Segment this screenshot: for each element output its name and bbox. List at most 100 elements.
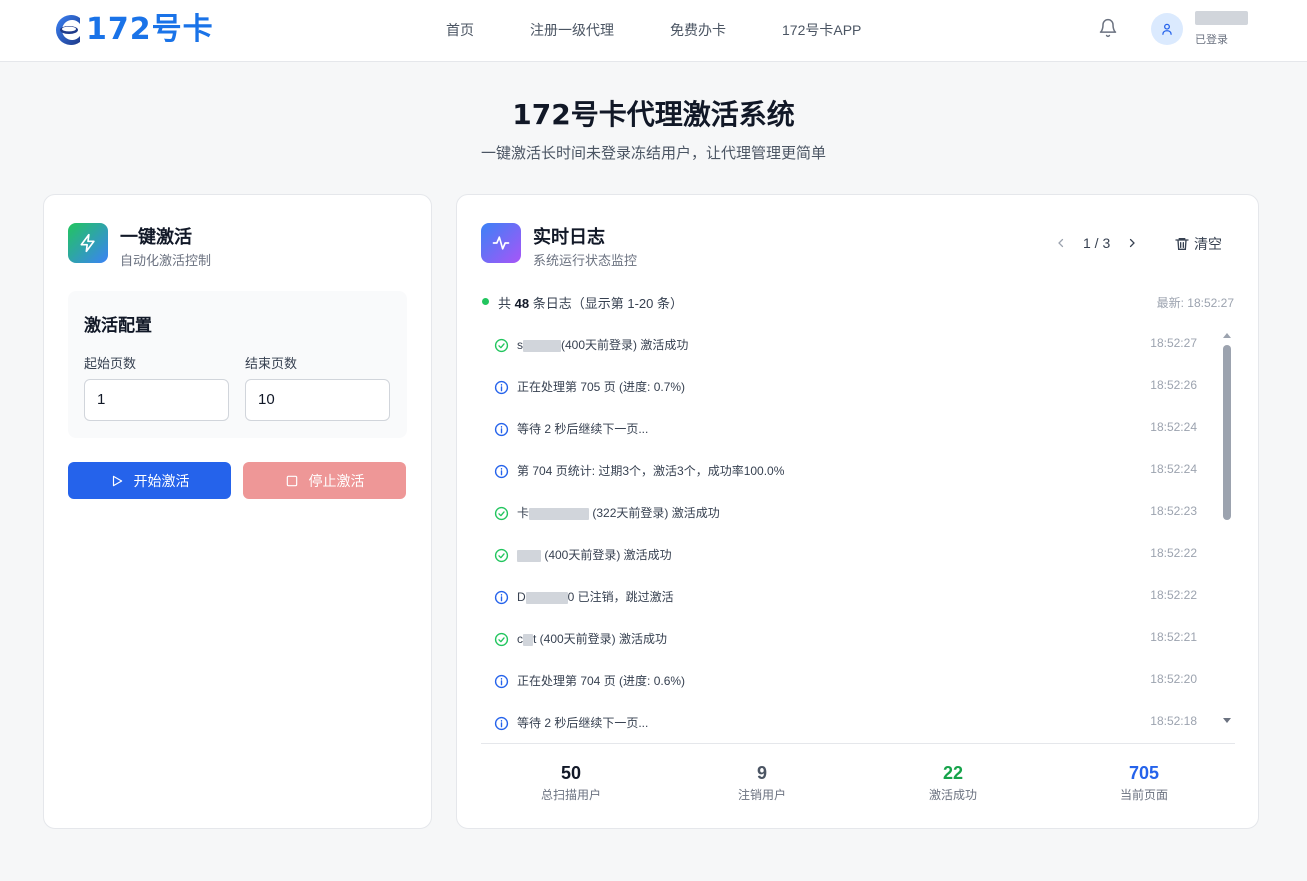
config-title: 激活配置 <box>84 316 152 335</box>
redacted-text <box>523 633 533 646</box>
log-entry-message: 等待 2 秒后继续下一页... <box>517 422 649 436</box>
page-title: 172号卡代理激活系统 <box>512 98 795 131</box>
log-entry-message: (400天前登录) 激活成功 <box>561 338 689 352</box>
log-entry-text: 第 704 页统计: 过期3个，激活3个，成功率100.0% <box>517 462 784 479</box>
log-entry-time: 18:52:27 <box>1150 336 1197 350</box>
stat-label: 当前页面 <box>1119 788 1168 802</box>
end-page-input[interactable]: 10 <box>245 379 390 421</box>
stat-label: 注销用户 <box>737 788 786 802</box>
nav-home[interactable]: 首页 <box>446 20 474 40</box>
log-entry-text: ct (400天前登录) 激活成功 <box>517 630 667 647</box>
log-scrollbar[interactable] <box>1222 333 1232 723</box>
clear-log-button[interactable]: 清空 <box>1174 234 1222 254</box>
stop-activation-button[interactable]: 停止激活 <box>243 462 406 499</box>
info-icon <box>494 716 509 731</box>
log-entry: 第 704 页统计: 过期3个，激活3个，成功率100.0% 18:52:24 <box>481 449 1221 491</box>
info-icon <box>494 464 509 479</box>
log-entry-text: 等待 2 秒后继续下一页... <box>517 714 648 731</box>
start-activation-label: 开始激活 <box>133 472 190 489</box>
log-entry: (400天前登录) 激活成功 18:52:22 <box>481 533 1221 575</box>
logo-text: 172号卡 <box>86 12 214 47</box>
info-icon <box>494 590 509 605</box>
check-circle-icon <box>494 506 509 521</box>
log-entry: 卡 (322天前登录) 激活成功 18:52:23 <box>481 491 1221 533</box>
user-name-redacted <box>1195 11 1248 25</box>
pager-text: 1 / 3 <box>1083 235 1111 251</box>
log-list[interactable]: s (400天前登录) 激活成功 18:52:27 正在处理第 705 页 (进度: … <box>481 323 1221 733</box>
summary-count: 48 <box>514 296 530 311</box>
log-entry: 等待 2 秒后继续下一页... 18:52:24 <box>481 407 1221 449</box>
scroll-down-arrow-icon[interactable] <box>1223 718 1231 723</box>
log-entry: s (400天前登录) 激活成功 18:52:27 <box>481 323 1221 365</box>
log-entry-message: 0 已注销，跳过激活 <box>567 590 674 604</box>
log-entry-time: 18:52:18 <box>1150 714 1197 728</box>
top-navbar: 172号卡 首页 注册一级代理 免费办卡 172号卡APP 已登录 <box>0 0 1307 62</box>
start-activation-button[interactable]: 开始激活 <box>68 462 231 499</box>
play-icon <box>112 475 122 486</box>
log-entry-time: 18:52:20 <box>1150 672 1197 686</box>
login-status: 已登录 <box>1195 34 1228 46</box>
stat-value: 9 <box>756 763 767 783</box>
info-icon <box>494 380 509 395</box>
latest-timestamp: 最新: 18:52:27 <box>1156 296 1234 310</box>
log-entry-time: 18:52:22 <box>1150 588 1197 602</box>
activity-icon <box>481 223 521 263</box>
log-subtitle: 系统运行状态监控 <box>533 253 638 268</box>
stat-total-scanned: 50 总扫描用户 <box>476 763 666 803</box>
stat-value: 22 <box>942 763 964 783</box>
chevron-right-icon[interactable] <box>1124 235 1140 251</box>
log-entry-time: 18:52:24 <box>1150 420 1197 434</box>
stat-current-page: 705 当前页面 <box>1049 763 1239 803</box>
nav-register-agent[interactable]: 注册一级代理 <box>530 20 614 40</box>
bell-icon[interactable] <box>1098 18 1120 40</box>
log-entry-text: 等待 2 秒后继续下一页... <box>517 420 648 437</box>
logo-icon <box>52 12 84 48</box>
log-summary: 共 48 条日志（显示第 1-20 条） <box>498 293 683 312</box>
avatar[interactable] <box>1151 13 1183 45</box>
log-pager: 1 / 3 <box>1053 235 1140 251</box>
log-entry-text: s (400天前登录) 激活成功 <box>517 336 688 353</box>
log-entry: D 0 已注销，跳过激活 18:52:22 <box>481 575 1221 617</box>
log-entry: ct (400天前登录) 激活成功 18:52:21 <box>481 617 1221 659</box>
activation-subtitle: 自动化激活控制 <box>120 253 212 268</box>
chevron-left-icon[interactable] <box>1053 235 1069 251</box>
nav-app[interactable]: 172号卡APP <box>782 20 861 40</box>
log-entry-message: t (400天前登录) 激活成功 <box>533 632 668 646</box>
redacted-text <box>523 339 561 352</box>
status-dot <box>482 298 489 305</box>
stats-divider <box>481 743 1235 744</box>
info-icon <box>494 674 509 689</box>
info-icon <box>494 422 509 437</box>
log-entry: 正在处理第 704 页 (进度: 0.6%) 18:52:20 <box>481 659 1221 701</box>
log-card: 实时日志 系统运行状态监控 1 / 3 清空 共 48 条日志（显示第 1-20… <box>456 194 1259 829</box>
stop-icon <box>286 475 297 486</box>
log-entry: 等待 2 秒后继续下一页... 18:52:18 <box>481 701 1221 733</box>
scroll-thumb[interactable] <box>1223 345 1231 520</box>
stat-value: 50 <box>560 763 582 783</box>
log-entry-message: (400天前登录) 激活成功 <box>541 548 672 562</box>
log-entry-time: 18:52:22 <box>1150 546 1197 560</box>
redacted-text <box>517 549 541 562</box>
log-entry-message: 第 704 页统计: 过期3个，激活3个，成功率100.0% <box>517 464 785 478</box>
main-nav: 首页 注册一级代理 免费办卡 172号卡APP <box>446 0 917 60</box>
log-entry-text: (400天前登录) 激活成功 <box>517 546 672 563</box>
stat-label: 总扫描用户 <box>540 788 601 802</box>
log-entry-message: 等待 2 秒后继续下一页... <box>517 716 649 730</box>
log-entry-text: 正在处理第 705 页 (进度: 0.7%) <box>517 378 685 395</box>
stat-value: 705 <box>1128 763 1160 783</box>
nav-free-card[interactable]: 免费办卡 <box>670 20 726 40</box>
scroll-up-arrow-icon[interactable] <box>1223 333 1231 338</box>
log-entry-time: 18:52:23 <box>1150 504 1197 518</box>
log-entry-text: 卡 (322天前登录) 激活成功 <box>517 504 720 521</box>
check-circle-icon <box>494 548 509 563</box>
log-entry-message: 正在处理第 705 页 (进度: 0.7%) <box>517 380 686 394</box>
check-circle-icon <box>494 632 509 647</box>
log-entry-message: 正在处理第 704 页 (进度: 0.6%) <box>517 674 686 688</box>
start-page-input[interactable]: 1 <box>84 379 229 421</box>
page-subtitle: 一键激活长时间未登录冻结用户，让代理管理更简单 <box>480 145 826 162</box>
brand-logo[interactable]: 172号卡 <box>52 12 214 48</box>
log-entry: 正在处理第 705 页 (进度: 0.7%) 18:52:26 <box>481 365 1221 407</box>
stat-label: 激活成功 <box>928 788 977 802</box>
trash-icon <box>1175 238 1189 250</box>
log-entry-prefix: D <box>517 590 526 604</box>
